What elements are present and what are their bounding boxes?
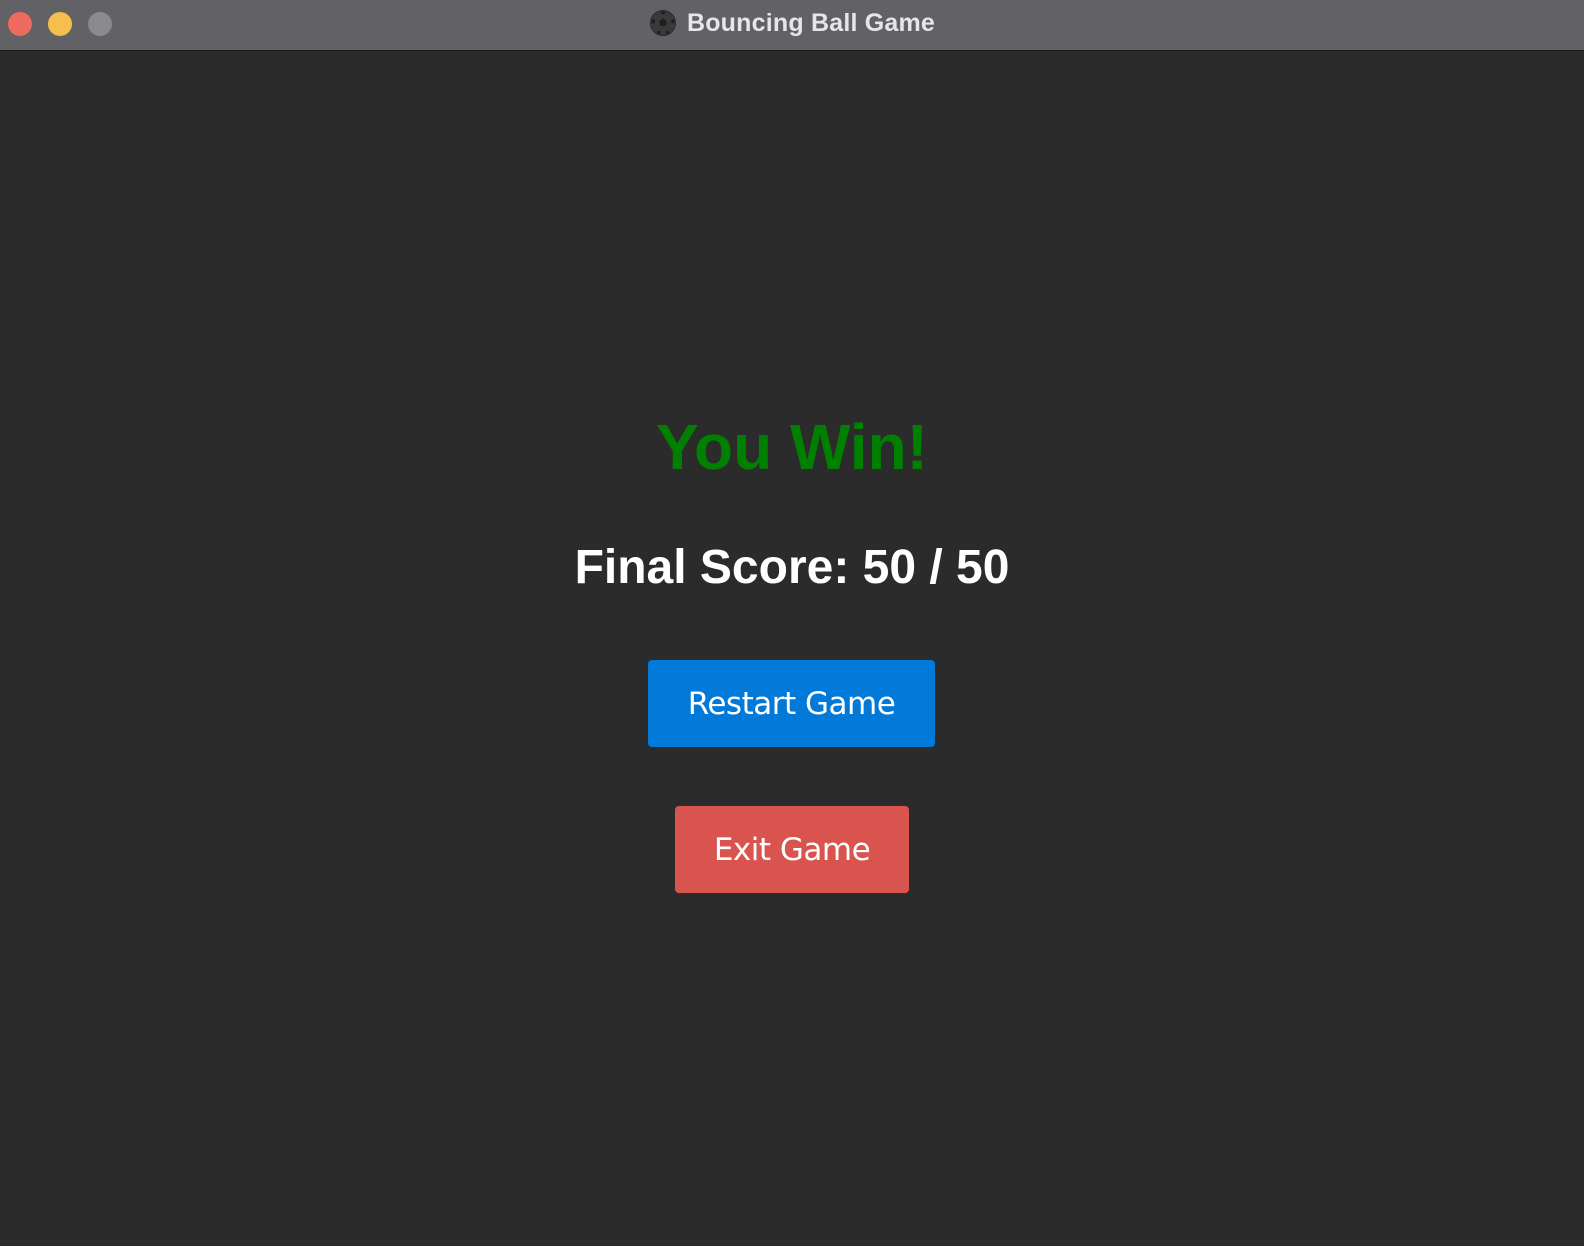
- game-window: Bouncing Ball Game You Win! Final Score:…: [0, 0, 1584, 1246]
- game-over-screen: You Win! Final Score: 50 / 50 Restart Ga…: [0, 52, 1584, 1246]
- title-bar[interactable]: Bouncing Ball Game: [0, 0, 1584, 51]
- window-title-group: Bouncing Ball Game: [0, 0, 1584, 46]
- exit-game-button[interactable]: Exit Game: [675, 806, 909, 893]
- window-title: Bouncing Ball Game: [686, 8, 936, 37]
- result-heading: You Win!: [656, 411, 928, 483]
- soccer-ball-icon: [649, 10, 676, 36]
- final-score: Final Score: 50 / 50: [574, 541, 1010, 594]
- restart-game-button[interactable]: Restart Game: [648, 660, 935, 747]
